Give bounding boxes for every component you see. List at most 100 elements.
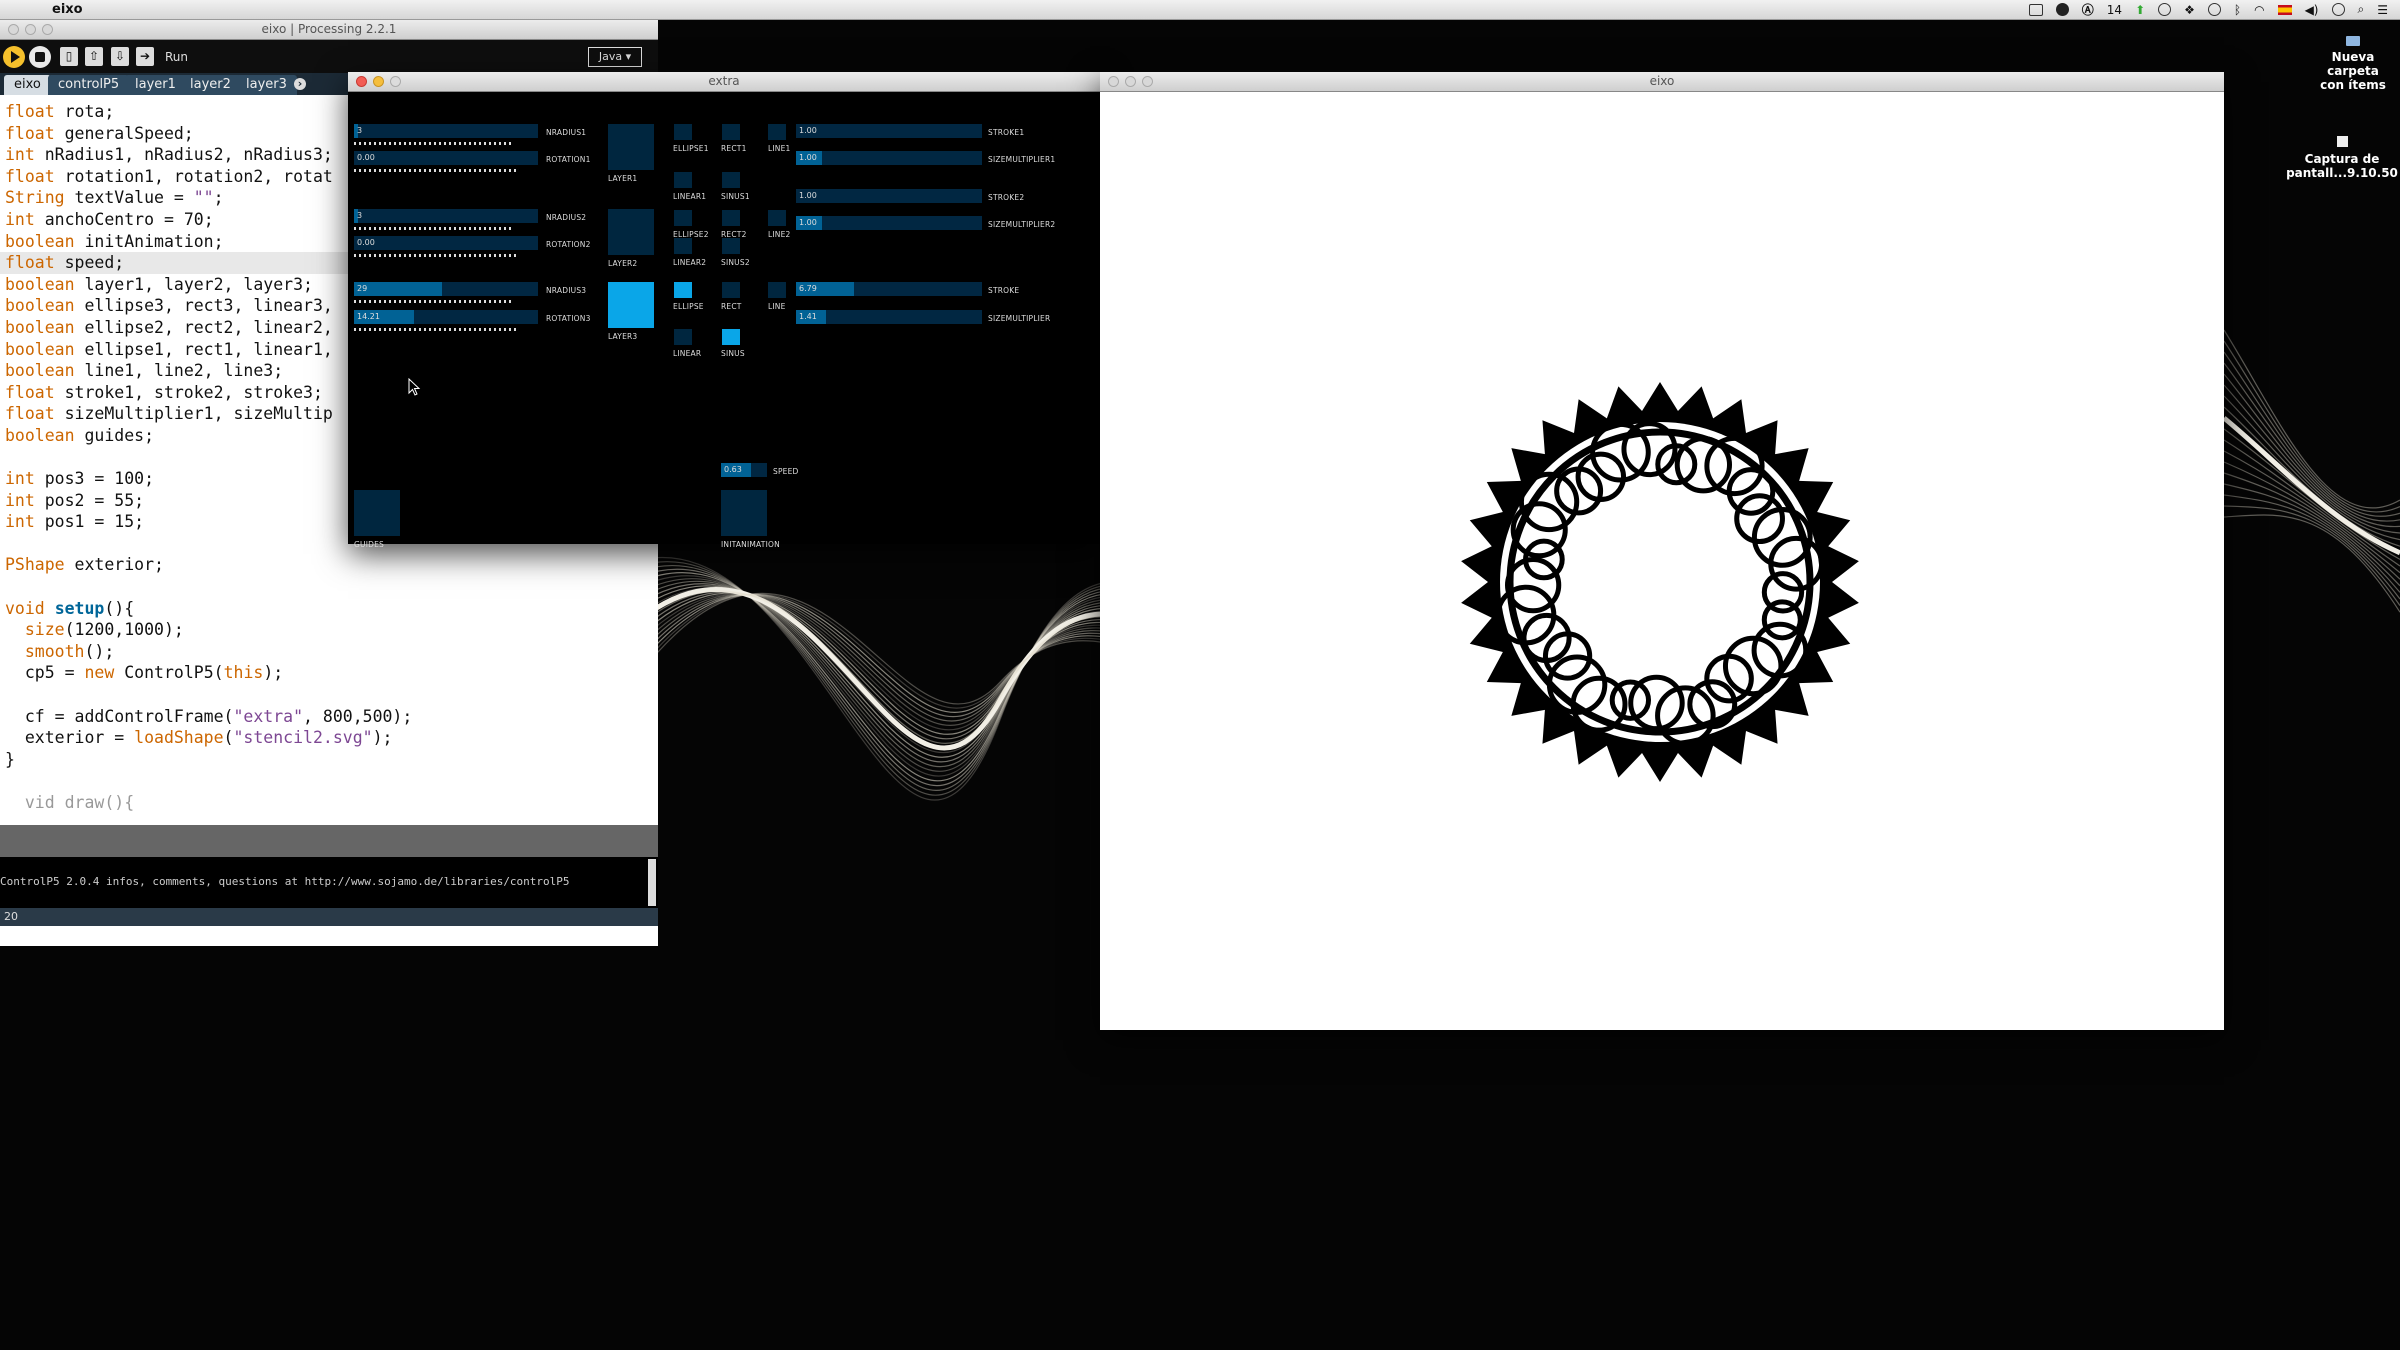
- spotlight-icon[interactable]: ⌕: [2358, 2, 2365, 17]
- close-button[interactable]: [1108, 76, 1119, 87]
- line2-toggle[interactable]: [768, 210, 786, 226]
- sinus1-label: SINUS1: [721, 192, 750, 201]
- nradius3-ticks: [354, 300, 514, 303]
- layer3-toggle[interactable]: [608, 282, 654, 328]
- tab-layer3[interactable]: layer3: [236, 75, 297, 95]
- notification-count[interactable]: 14: [2107, 3, 2122, 17]
- nradius1-slider[interactable]: 3: [354, 124, 538, 138]
- stop-button[interactable]: [29, 46, 51, 68]
- sinus3-toggle[interactable]: [722, 329, 740, 345]
- ellipse3-label: ELLIPSE: [673, 302, 704, 311]
- eixo-title: eixo: [1649, 74, 1675, 88]
- close-button[interactable]: [356, 76, 367, 87]
- rotation3-ticks: [354, 328, 519, 331]
- save-button[interactable]: ⇩: [111, 47, 129, 66]
- zoom-button[interactable]: [42, 24, 53, 35]
- extra-title: extra: [708, 74, 740, 88]
- linear3-toggle[interactable]: [674, 329, 692, 345]
- check-icon[interactable]: [2158, 3, 2172, 16]
- dark-circle-icon[interactable]: [2055, 3, 2069, 16]
- linear2-toggle[interactable]: [674, 238, 692, 254]
- ellipse2-toggle[interactable]: [674, 210, 692, 226]
- zoom-button[interactable]: [1142, 76, 1153, 87]
- nradius1-ticks: [354, 142, 514, 145]
- stroke2-label: STROKE2: [988, 193, 1025, 202]
- close-button[interactable]: [8, 24, 19, 35]
- nradius3-slider[interactable]: 29: [354, 282, 538, 296]
- folder-icon: [2346, 36, 2360, 46]
- ellipse1-toggle[interactable]: [674, 124, 692, 140]
- tab-eixo[interactable]: eixo: [4, 75, 51, 95]
- flag-icon[interactable]: [2277, 4, 2292, 15]
- sizemultiplier1-slider[interactable]: 1.00: [796, 151, 982, 165]
- stroke2-slider[interactable]: 1.00: [796, 189, 982, 203]
- sizemultiplier2-label: SIZEMULTIPLIER2: [988, 220, 1056, 229]
- layer2-toggle[interactable]: [608, 209, 654, 255]
- initanimation-toggle[interactable]: [721, 490, 767, 536]
- open-button[interactable]: ⇧: [85, 47, 103, 66]
- desktop-screenshot[interactable]: Captura de pantall...9.10.50: [2285, 136, 2399, 180]
- mode-select[interactable]: Java ▾: [588, 47, 642, 67]
- notification-center-icon[interactable]: ☰: [2377, 3, 2388, 17]
- console-divider[interactable]: [0, 825, 658, 857]
- time-machine-icon[interactable]: [2207, 3, 2221, 16]
- new-tab-icon[interactable]: ›: [294, 78, 306, 90]
- adobe-icon[interactable]: Ⓐ: [2082, 1, 2094, 18]
- guides-toggle[interactable]: [354, 490, 400, 536]
- editor-title: eixo | Processing 2.2.1: [261, 22, 397, 36]
- sinus1-toggle[interactable]: [722, 172, 740, 188]
- export-button[interactable]: ➔: [136, 47, 154, 66]
- rotation2-ticks: [354, 254, 519, 257]
- tab-controlp5[interactable]: controlP5: [48, 75, 130, 95]
- speed-slider[interactable]: 0.63: [721, 463, 767, 477]
- rect2-toggle[interactable]: [722, 210, 740, 226]
- console-scrollbar[interactable]: [648, 859, 656, 906]
- line1-toggle[interactable]: [768, 124, 786, 140]
- desktop-folder[interactable]: Nueva carpeta con ítems: [2308, 36, 2398, 92]
- line2-label: LINE2: [768, 230, 791, 239]
- minimize-button[interactable]: [373, 76, 384, 87]
- wifi-icon[interactable]: ◠: [2254, 3, 2264, 17]
- rotation1-slider[interactable]: 0.00: [354, 151, 538, 165]
- rect1-toggle[interactable]: [722, 124, 740, 140]
- volume-icon[interactable]: ◀): [2305, 3, 2319, 17]
- sizemultiplier3-slider[interactable]: 1.41: [796, 310, 982, 324]
- screen-record-icon[interactable]: [2028, 3, 2043, 16]
- rect3-toggle[interactable]: [722, 282, 740, 298]
- layer1-toggle[interactable]: [608, 124, 654, 170]
- controlp5-panel: 3 NRADIUS1 0.00 ROTATION1 3 NRADIUS2 0.0…: [348, 92, 1100, 549]
- zoom-button[interactable]: [390, 76, 401, 87]
- nradius2-slider[interactable]: 3: [354, 209, 538, 223]
- dropbox-icon[interactable]: ❖: [2184, 3, 2195, 17]
- extra-titlebar: extra: [348, 72, 1100, 92]
- initanimation-label: INITANIMATION: [721, 540, 780, 549]
- folder-label-line1: Nueva carpeta: [2327, 50, 2379, 78]
- minimize-button[interactable]: [25, 24, 36, 35]
- rotation3-label: ROTATION3: [546, 314, 591, 323]
- linear1-toggle[interactable]: [674, 172, 692, 188]
- app-menu-name[interactable]: eixo: [52, 0, 83, 19]
- clock-icon[interactable]: [2331, 3, 2345, 16]
- line3-toggle[interactable]: [768, 282, 786, 298]
- bluetooth-icon[interactable]: ᛒ: [2234, 3, 2241, 17]
- gear-rosette-drawing: [1461, 382, 1859, 782]
- stroke3-slider[interactable]: 6.79: [796, 282, 982, 296]
- rect3-label: RECT: [721, 302, 742, 311]
- rotation2-slider[interactable]: 0.00: [354, 236, 538, 250]
- status-area: Ⓐ 14 ⬆ ❖ ᛒ ◠ ◀) ⌕ ☰: [2028, 0, 2388, 19]
- sizemultiplier2-slider[interactable]: 1.00: [796, 216, 982, 230]
- tab-layer1[interactable]: layer1: [125, 75, 186, 95]
- sync-icon[interactable]: ⬆: [2135, 3, 2145, 17]
- new-button[interactable]: ▯: [60, 47, 78, 66]
- capture-label-line2: pantall...9.10.50: [2286, 166, 2398, 180]
- rotation3-slider[interactable]: 14.21: [354, 310, 538, 324]
- stroke1-slider[interactable]: 1.00: [796, 124, 982, 138]
- stroke3-label: STROKE: [988, 286, 1020, 295]
- ellipse3-toggle[interactable]: [674, 282, 692, 298]
- run-button[interactable]: [3, 46, 25, 68]
- minimize-button[interactable]: [1125, 76, 1136, 87]
- sketch-canvas[interactable]: [1100, 92, 2224, 1030]
- tab-layer2[interactable]: layer2: [180, 75, 241, 95]
- sinus2-toggle[interactable]: [722, 238, 740, 254]
- extra-controlframe-window: extra 3 NRADIUS1 0.00 ROTATION1 3 NRADIU…: [348, 72, 1100, 549]
